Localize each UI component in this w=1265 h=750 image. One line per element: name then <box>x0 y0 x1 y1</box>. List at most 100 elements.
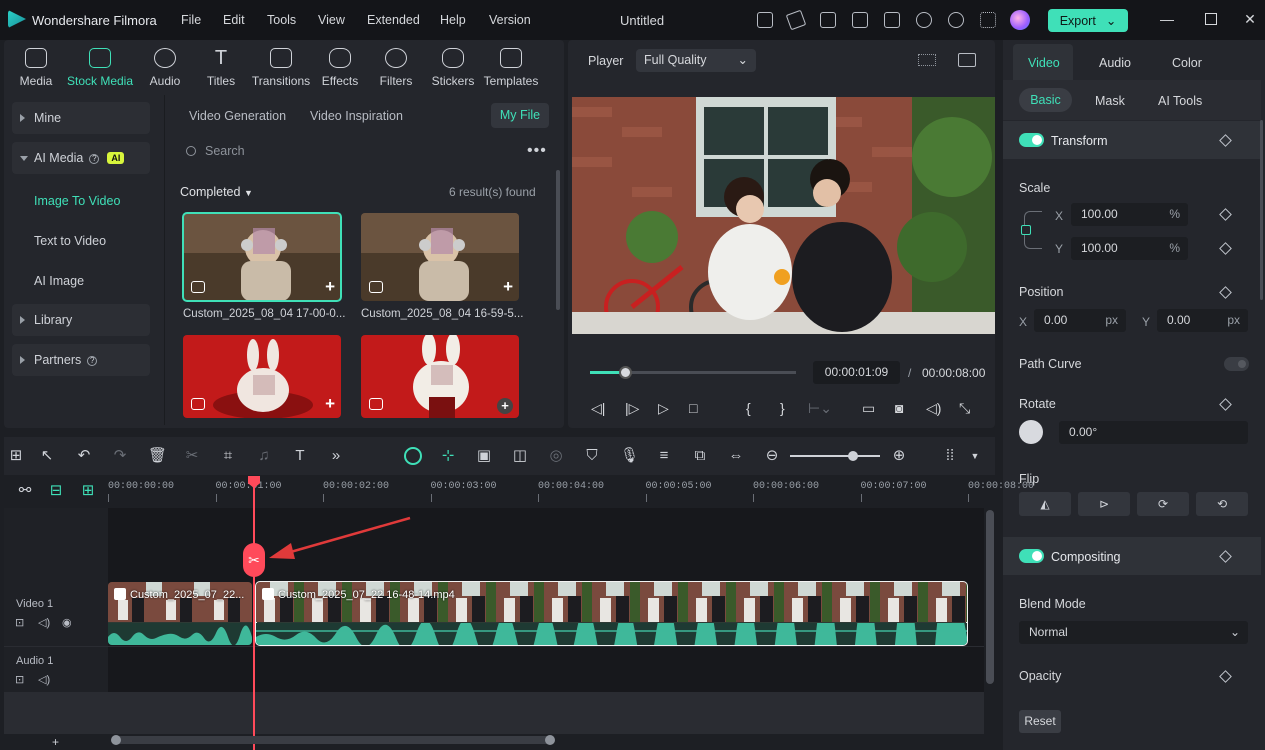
play-circle-icon[interactable]: ◎ <box>548 448 564 464</box>
blend-mode-dropdown[interactable]: Normal ⌄ <box>1019 621 1248 644</box>
tab-video-generation[interactable]: Video Generation <box>189 109 286 123</box>
chevron-down-icon[interactable]: ⌄ <box>1106 13 1116 28</box>
cloud-upload-icon[interactable] <box>916 12 932 28</box>
tab-stock-media[interactable]: Stock Media <box>66 48 134 88</box>
tab-transitions[interactable]: Transitions <box>249 48 313 88</box>
apps-grid-icon[interactable] <box>980 12 996 28</box>
media-thumbnail[interactable]: + <box>361 335 519 418</box>
crop-icon[interactable]: ⌗ <box>220 448 236 464</box>
snapshot-view-icon[interactable] <box>958 53 976 67</box>
timeline-clip[interactable]: Custom_2025_07_22 16-48-14.mp4 <box>255 581 968 646</box>
zoom-slider[interactable] <box>790 455 880 457</box>
add-icon[interactable]: + <box>503 277 513 297</box>
export-button[interactable]: Export ⌄ <box>1048 9 1128 32</box>
help-icon[interactable]: ? <box>89 154 100 164</box>
split-scissors-icon[interactable]: ✂ <box>243 543 265 577</box>
sidebar-item-mine[interactable]: Mine <box>12 102 150 134</box>
text-tool-icon[interactable]: T <box>292 448 308 464</box>
tab-filters[interactable]: Filters <box>364 48 428 88</box>
redo-icon[interactable]: ↷ <box>112 448 128 464</box>
rotate-counterclockwise-button[interactable]: ⟲ <box>1196 492 1248 516</box>
save-icon[interactable] <box>884 12 900 28</box>
timeline-vertical-scrollbar[interactable] <box>986 510 994 684</box>
close-icon[interactable]: ✕ <box>1243 12 1257 26</box>
tab-effects[interactable]: Effects <box>308 48 372 88</box>
sidebar-item-text-to-video[interactable]: Text to Video <box>34 234 106 248</box>
video-preview[interactable] <box>572 97 995 334</box>
zoom-slider-handle[interactable] <box>848 451 858 461</box>
add-track-icon[interactable]: ⊟ <box>48 483 64 499</box>
menu-file[interactable]: File <box>181 13 201 27</box>
scale-x-field[interactable]: 100.00% <box>1071 203 1188 226</box>
timeline-horizontal-scrollbar[interactable] <box>111 735 555 745</box>
media-thumbnail[interactable]: + <box>182 212 342 302</box>
add-icon[interactable]: + <box>325 394 335 414</box>
sidebar-item-partners[interactable]: Partners? <box>12 344 150 376</box>
tab-templates[interactable]: Templates <box>479 48 543 88</box>
transform-toggle[interactable] <box>1019 133 1044 147</box>
search-input[interactable]: Search <box>205 144 245 158</box>
schedule-icon[interactable] <box>820 12 836 28</box>
volume-icon[interactable]: ◁) <box>38 618 50 629</box>
reset-button[interactable]: Reset <box>1019 710 1061 733</box>
position-x-field[interactable]: 0.00 px <box>1034 309 1126 332</box>
zoom-out-icon[interactable]: ⊖ <box>764 448 780 464</box>
media-thumbnail[interactable]: + <box>361 213 519 301</box>
inspector-scrollbar[interactable] <box>1260 120 1263 300</box>
audio-track-row[interactable] <box>4 692 984 734</box>
sidebar-item-ai-image[interactable]: AI Image <box>34 274 84 288</box>
menu-help[interactable]: Help <box>440 13 466 27</box>
mark-in-icon[interactable]: { <box>746 400 751 416</box>
display-settings-icon[interactable]: ▭ <box>862 400 875 417</box>
volume-icon[interactable]: ◁) <box>38 675 50 686</box>
lock-icon[interactable]: ⊡ <box>15 675 26 686</box>
tab-audio[interactable]: Audio <box>133 48 197 88</box>
tab-media[interactable]: Media <box>4 48 68 88</box>
delete-icon[interactable]: 🗑 <box>148 448 167 464</box>
track-manager-icon[interactable]: ⊞ <box>80 483 96 499</box>
tab-titles[interactable]: T Titles <box>189 48 253 88</box>
add-icon[interactable]: + <box>497 398 513 414</box>
auto-reframe-icon[interactable]: ⧉ <box>692 448 708 464</box>
link-icon[interactable]: ⚯ <box>17 483 33 499</box>
menu-version[interactable]: Version <box>489 13 531 27</box>
rotate-clockwise-button[interactable]: ⟳ <box>1137 492 1189 516</box>
flip-horizontal-button[interactable]: ◭ <box>1019 492 1071 516</box>
add-track-button[interactable]: + <box>52 735 59 749</box>
menu-edit[interactable]: Edit <box>223 13 245 27</box>
fit-timeline-icon[interactable]: ⇔ <box>728 448 744 464</box>
tab-stickers[interactable]: Stickers <box>421 48 485 88</box>
compositing-toggle[interactable] <box>1019 549 1044 563</box>
tab-video-inspiration[interactable]: Video Inspiration <box>310 109 403 123</box>
subtab-mask[interactable]: Mask <box>1095 94 1125 108</box>
inspector-tab-audio[interactable]: Audio <box>1099 56 1131 70</box>
scrubber-handle[interactable] <box>619 366 633 379</box>
path-curve-toggle[interactable] <box>1224 357 1249 371</box>
rotate-field[interactable]: 0.00° <box>1059 421 1248 444</box>
split-scissors-icon[interactable]: ✂ <box>184 448 200 464</box>
current-timecode[interactable]: 00:00:01:09 <box>813 361 900 384</box>
select-tool-icon[interactable]: ↖ <box>39 448 55 464</box>
fullscreen-icon[interactable]: ⤡ <box>959 400 970 417</box>
minimize-icon[interactable]: — <box>1160 12 1174 26</box>
layout-grid-icon[interactable]: ⊞ <box>8 448 24 464</box>
render-icon[interactable]: ◫ <box>512 448 528 464</box>
headset-icon[interactable] <box>948 12 964 28</box>
track-layout-icon[interactable]: ⁞⁞ <box>942 448 958 464</box>
shield-icon[interactable]: ⛉ <box>584 448 600 464</box>
scale-y-field[interactable]: 100.00% <box>1071 237 1188 260</box>
snap-icon[interactable]: ⊹ <box>440 448 456 464</box>
sidebar-item-image-to-video[interactable]: Image To Video <box>34 194 120 208</box>
zoom-in-icon[interactable]: ⊕ <box>891 448 907 464</box>
volume-icon[interactable]: ◁) <box>926 400 941 417</box>
subtab-ai-tools[interactable]: AI Tools <box>1158 94 1202 108</box>
inspector-tab-video[interactable]: Video <box>1028 56 1060 70</box>
menu-view[interactable]: View <box>318 13 345 27</box>
help-icon[interactable]: ? <box>87 356 98 366</box>
stop-icon[interactable]: □ <box>689 400 697 416</box>
ai-mate-icon[interactable] <box>404 447 422 465</box>
sidebar-item-ai-media[interactable]: AI Media? AI <box>12 142 150 174</box>
media-scrollbar[interactable] <box>556 170 560 310</box>
grid-view-icon[interactable] <box>918 54 936 66</box>
audio-tool-icon[interactable]: ♫ <box>256 448 272 464</box>
